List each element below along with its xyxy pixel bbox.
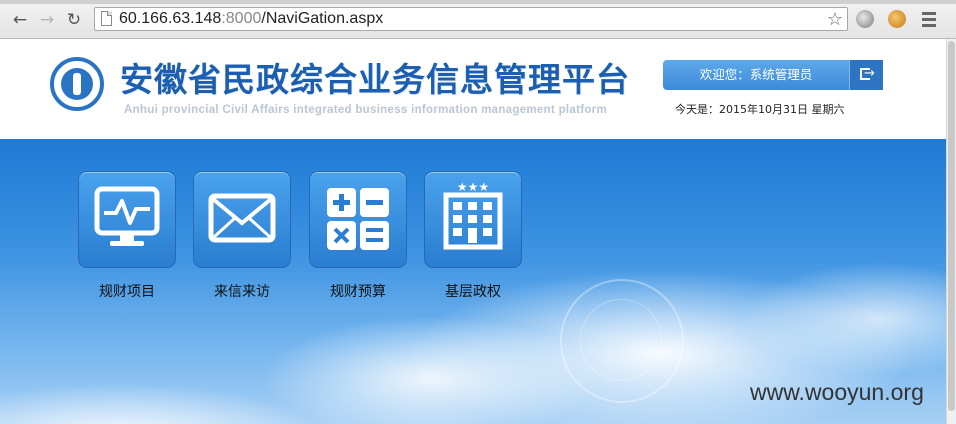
building-icon: ★★★ xyxy=(443,180,503,250)
tile-label-grassroots[interactable]: 基层政权 xyxy=(424,281,522,301)
site-header: 安徽省民政综合业务信息管理平台 Anhui provincial Civil A… xyxy=(0,39,946,139)
tile-label-letters-visits[interactable]: 来信来访 xyxy=(193,281,291,301)
back-icon[interactable]: ← xyxy=(10,10,30,30)
envelope-icon xyxy=(208,193,276,243)
site-subtitle: Anhui provincial Civil Affairs integrate… xyxy=(124,104,607,116)
star-icon[interactable]: ☆ xyxy=(827,9,843,30)
page-icon xyxy=(101,11,112,26)
menu-icon[interactable] xyxy=(922,12,936,30)
tile-planning-project[interactable] xyxy=(78,171,176,268)
sky-banner: 规财项目 来信来访 规财预算 ★★★ 基层政权 www.wooyun.org xyxy=(0,139,946,424)
vertical-scrollbar[interactable] xyxy=(946,39,956,424)
tile-label-planning-project[interactable]: 规财项目 xyxy=(78,281,176,301)
current-date: 今天是：2015年10月31日 星期六 xyxy=(675,103,845,116)
welcome-text: 欢迎您：系统管理员 xyxy=(699,67,813,82)
reload-icon[interactable]: ↻ xyxy=(64,10,84,30)
scrollbar-thumb[interactable] xyxy=(948,41,955,411)
forward-icon[interactable]: → xyxy=(37,10,57,30)
calculator-icon xyxy=(327,188,389,250)
welcome-bar: 欢迎您：系统管理员 → xyxy=(663,60,883,90)
browser-toolbar: ← → ↻ 60.166.63.148:8000/NaviGation.aspx… xyxy=(0,0,956,39)
tile-label-budget[interactable]: 规财预算 xyxy=(309,281,407,301)
site-title: 安徽省民政综合业务信息管理平台 xyxy=(120,60,630,99)
logout-button[interactable]: → xyxy=(849,60,883,90)
civil-affairs-logo-icon xyxy=(50,57,104,111)
svg-text:★★★: ★★★ xyxy=(457,180,489,194)
watermark: www.wooyun.org xyxy=(750,379,924,405)
page-content: 安徽省民政综合业务信息管理平台 Anhui provincial Civil A… xyxy=(0,39,946,424)
globe-extension-icon[interactable] xyxy=(856,10,874,28)
tile-budget[interactable] xyxy=(309,171,407,268)
cookie-extension-icon[interactable] xyxy=(888,10,906,28)
url-text[interactable]: 60.166.63.148:8000/NaviGation.aspx xyxy=(119,10,383,28)
tile-grassroots[interactable]: ★★★ xyxy=(424,171,522,268)
tab-strip xyxy=(0,0,956,4)
tile-letters-visits[interactable] xyxy=(193,171,291,268)
address-bar[interactable]: 60.166.63.148:8000/NaviGation.aspx ☆ xyxy=(94,7,848,31)
monitor-pulse-icon xyxy=(94,186,160,246)
